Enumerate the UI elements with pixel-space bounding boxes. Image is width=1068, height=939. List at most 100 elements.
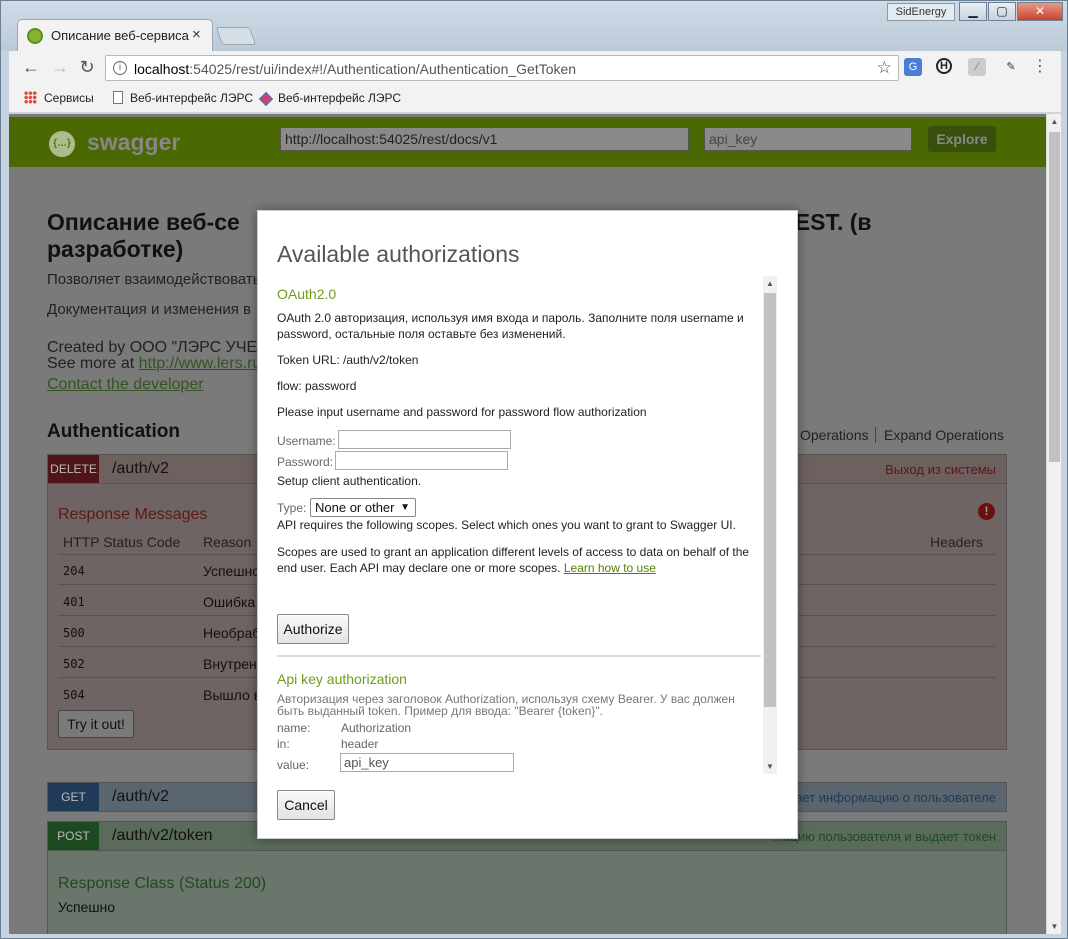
status-reason: Необраб — [203, 625, 261, 641]
pdf-extension-icon[interactable]: ⁄ — [968, 58, 986, 76]
cancel-button[interactable]: Cancel — [277, 790, 335, 820]
site-info-icon[interactable]: i — [113, 61, 127, 75]
swagger-brand: swagger — [87, 129, 181, 155]
profile-badge[interactable]: SidEnergy — [887, 3, 955, 21]
status-code: 502 — [63, 657, 85, 671]
learn-how-link[interactable]: Learn how to use — [564, 561, 656, 575]
scrollbar-thumb[interactable] — [764, 293, 776, 707]
status-code: 500 — [63, 626, 85, 640]
oauth-flow: flow: password — [277, 379, 357, 393]
address-bar[interactable]: i localhost:54025/rest/ui/index#!/Authen… — [105, 55, 899, 81]
minimize-button[interactable]: ▁ — [959, 2, 987, 21]
bookmark-lers-2[interactable]: Веб-интерфейс ЛЭРС — [258, 91, 401, 107]
alert-icon: ! — [978, 503, 995, 520]
verb-badge: DELETE — [48, 455, 99, 483]
browser-toolbar: ← → ↻ i localhost:54025/rest/ui/index#!/… — [9, 51, 1061, 85]
scroll-down-icon[interactable]: ▼ — [763, 759, 777, 774]
endpoint-summary: ает информацию о пользователе — [795, 790, 996, 805]
contact-developer-link[interactable]: Contact the developer — [47, 376, 204, 394]
maximize-button[interactable]: ▢ — [988, 2, 1016, 21]
username-label: Username: — [277, 434, 336, 448]
oauth-description: OAuth 2.0 авторизация, используя имя вхо… — [277, 311, 744, 341]
username-input[interactable] — [338, 430, 511, 449]
apikey-name-value: Authorization — [341, 721, 412, 735]
forward-icon[interactable]: → — [49, 57, 71, 78]
page-scrollbar[interactable]: ▲ ▼ — [1046, 114, 1061, 934]
page-icon — [113, 91, 123, 104]
scopes-required: API requires the following scopes. Selec… — [277, 518, 736, 532]
response-messages-heading: Response Messages — [58, 506, 208, 523]
reload-icon[interactable]: ↻ — [76, 57, 98, 78]
dropdown-caret-icon: ▼ — [400, 502, 410, 513]
authorize-button[interactable]: Authorize — [277, 614, 349, 644]
address-url[interactable]: localhost:54025/rest/ui/index#!/Authenti… — [134, 61, 576, 77]
bookmarks-bar: Сервисы Веб-интерфейс ЛЭРС Веб-интерфейс… — [9, 85, 1061, 113]
tab-title: Описание веб-сервиса — [51, 28, 189, 43]
status-code: 401 — [63, 595, 85, 609]
modal-scrollbar[interactable]: ▲ ▼ — [763, 276, 777, 774]
expand-operations-link[interactable]: Expand Operations — [884, 427, 1004, 443]
apikey-value-input[interactable]: api_key — [340, 753, 514, 772]
response-class-value: Успешно — [58, 899, 116, 915]
apikey-in-value: header — [341, 737, 379, 751]
bookmark-star-icon[interactable]: ☆ — [877, 58, 892, 78]
apikey-in-label: in: — [277, 737, 290, 751]
oauth-heading: OAuth2.0 — [277, 286, 337, 302]
close-window-button[interactable]: ✕ — [1017, 2, 1063, 21]
status-code: 204 — [63, 564, 85, 578]
type-label: Type: — [277, 501, 307, 515]
list-operations-link[interactable]: Operations — [800, 427, 868, 443]
tab-close-icon[interactable]: × — [192, 26, 201, 43]
try-it-out-button[interactable]: Try it out! — [58, 710, 134, 738]
section-authentication[interactable]: Authentication — [47, 421, 180, 443]
modal-title: Available authorizations — [277, 241, 520, 267]
oauth-prompt: Please input username and password for p… — [277, 405, 647, 419]
see-more: See more at http://www.lers.ru — [47, 355, 262, 372]
eyedropper-extension-icon[interactable]: ✎ — [1002, 58, 1020, 76]
bookmark-lers-1[interactable]: Веб-интерфейс ЛЭРС — [113, 91, 253, 105]
col-reason: Reason — [203, 534, 252, 550]
apikey-value-label: value: — [277, 758, 310, 772]
bookmark-services[interactable]: Сервисы — [24, 91, 94, 105]
password-label: Password: — [277, 455, 334, 469]
endpoint-summary: Выход из системы — [885, 462, 996, 477]
h-extension-icon[interactable]: H — [936, 58, 952, 74]
chrome-menu-icon[interactable]: ⋮ — [1031, 58, 1049, 76]
auth-modal: Available authorizations OAuth2.0 OAuth … — [257, 210, 798, 839]
status-code: 504 — [63, 688, 85, 702]
type-select[interactable]: None or other ▼ — [310, 498, 416, 517]
description-line-1: Позволяет взаимодействовать — [47, 271, 261, 288]
password-input[interactable] — [335, 451, 508, 470]
back-icon[interactable]: ← — [20, 57, 42, 78]
col-http-status-code: HTTP Status Code — [63, 534, 181, 550]
scrollbar-thumb[interactable] — [1049, 132, 1060, 462]
col-headers: Headers — [930, 534, 983, 550]
lers-logo-icon — [258, 91, 274, 107]
scroll-up-icon[interactable]: ▲ — [763, 276, 777, 291]
browser-window: Описание веб-сервиса × SidEnergy ▁ ▢ ✕ ←… — [0, 0, 1068, 939]
modal-scroll-content: OAuth2.0 OAuth 2.0 авторизация, использу… — [258, 276, 779, 776]
status-reason: Успешно — [203, 563, 261, 579]
apikey-name-label: name: — [277, 721, 311, 735]
verb-badge: GET — [48, 783, 99, 811]
lers-link[interactable]: http://www.lers.ru — [139, 355, 262, 372]
scroll-up-icon[interactable]: ▲ — [1047, 114, 1062, 129]
status-reason: Внутренн — [203, 656, 265, 672]
scroll-down-icon[interactable]: ▼ — [1047, 919, 1062, 934]
new-tab-button[interactable] — [215, 27, 257, 45]
spec-url-input[interactable]: http://localhost:54025/rest/docs/v1 — [280, 127, 689, 151]
browser-tab[interactable]: Описание веб-сервиса × — [17, 19, 213, 51]
verb-badge: POST — [48, 822, 99, 850]
apikey-heading: Api key authorization — [277, 671, 407, 687]
endpoint-summary: ...ацию пользователя и выдает токен — [772, 829, 996, 844]
endpoint-path: /auth/v2 — [112, 460, 169, 477]
status-reason: Вышло в — [203, 687, 262, 703]
swagger-favicon-icon — [27, 28, 43, 44]
apps-grid-icon — [24, 91, 37, 104]
translate-extension-icon[interactable]: G — [904, 58, 922, 76]
section-divider — [277, 655, 761, 657]
endpoint-path: /auth/v2 — [112, 788, 169, 805]
explore-button[interactable]: Explore — [928, 126, 996, 152]
api-key-input[interactable]: api_key — [704, 127, 912, 151]
endpoint-path: /auth/v2/token — [112, 827, 213, 844]
